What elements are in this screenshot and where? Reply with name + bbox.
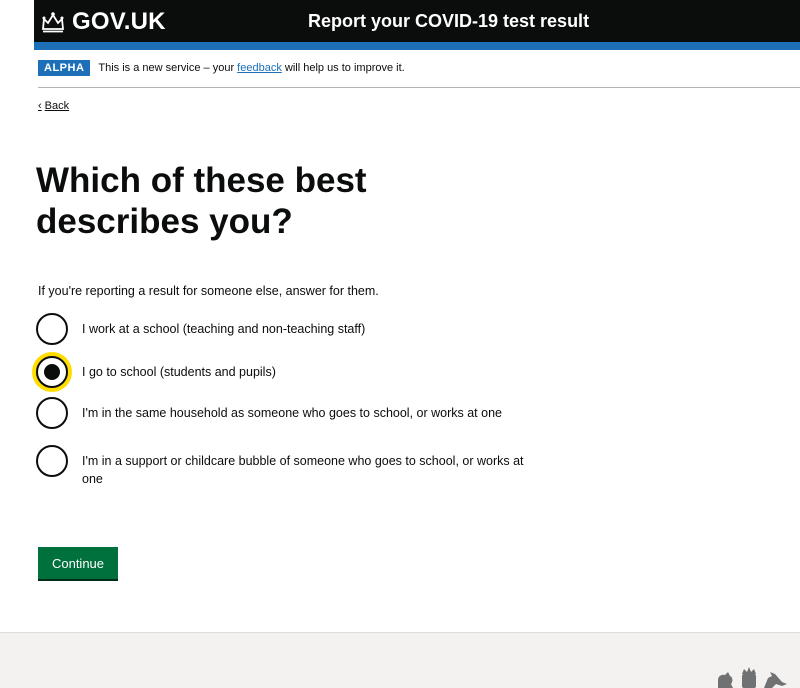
feedback-link[interactable]: feedback [237,62,282,74]
service-name[interactable]: Report your COVID-19 test result [308,11,589,32]
footer [0,632,800,688]
radio-option-household[interactable]: I'm in the same household as someone who… [36,397,556,429]
govuk-logo-link[interactable]: GOV.UK [40,8,166,36]
radio-button-selected[interactable] [36,356,68,388]
radio-option-bubble[interactable]: I'm in a support or childcare bubble of … [36,445,556,488]
question-hint: If you're reporting a result for someone… [38,284,379,298]
phase-text-after: will help us to improve it. [281,62,405,74]
logo-text: GOV.UK [72,8,166,35]
phase-banner-text: This is a new service – your feedback wi… [98,62,404,74]
radio-label[interactable]: I go to school (students and pupils) [82,356,532,381]
radio-label[interactable]: I work at a school (teaching and non-tea… [82,313,532,338]
header-blue-stripe [34,42,800,50]
phase-tag: ALPHA [38,60,91,76]
crown-icon [42,12,64,33]
phase-text-before: This is a new service – your [98,62,238,74]
chevron-left-icon: ‹ [38,100,42,112]
radio-group: I work at a school (teaching and non-tea… [36,313,556,488]
radio-option-student[interactable]: I go to school (students and pupils) [36,356,556,388]
back-link-label: Back [44,100,70,112]
continue-button[interactable]: Continue [38,547,118,579]
radio-button[interactable] [36,397,68,429]
radio-option-school-staff[interactable]: I work at a school (teaching and non-tea… [36,313,556,345]
page-title: Which of these best describes you? [36,161,367,241]
radio-button[interactable] [36,313,68,345]
radio-label[interactable]: I'm in a support or childcare bubble of … [82,445,532,488]
phase-banner: ALPHA This is a new service – your feedb… [38,60,800,88]
radio-label[interactable]: I'm in the same household as someone who… [82,397,532,422]
royal-coat-of-arms-icon [718,667,787,688]
back-link[interactable]: ‹ Back [38,100,69,112]
radio-button[interactable] [36,445,68,477]
